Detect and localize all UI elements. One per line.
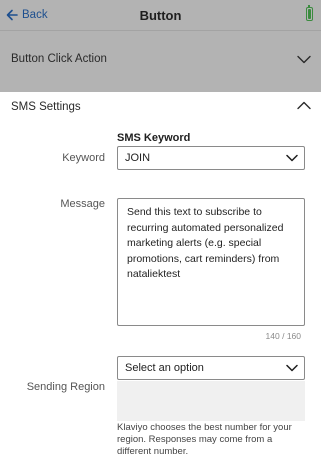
battery-icon — [306, 5, 313, 21]
keyword-select[interactable]: JOIN — [117, 146, 305, 170]
sending-region-help-text: Klaviyo chooses the best number for your… — [117, 422, 292, 457]
message-label: Message — [60, 198, 105, 210]
region-info-area — [117, 381, 305, 421]
chevron-down-icon — [286, 364, 298, 372]
section-label-sms-settings: SMS Settings — [11, 101, 81, 113]
chevron-up-icon — [297, 101, 311, 110]
sending-region-select-value: Select an option — [125, 362, 204, 374]
chevron-down-icon — [286, 154, 298, 162]
sending-region-label: Sending Region — [26, 381, 105, 393]
sms-keyword-heading: SMS Keyword — [117, 132, 191, 144]
chevron-down-icon — [297, 55, 311, 64]
section-label-button-click-action: Button Click Action — [11, 53, 107, 65]
message-textarea[interactable]: Send this text to subscribe to recurring… — [117, 198, 305, 326]
keyword-label: Keyword — [62, 152, 105, 164]
page-title: Button — [139, 8, 182, 23]
section-button-click-action[interactable]: Button Click Action — [0, 30, 321, 92]
sending-region-select[interactable]: Select an option — [117, 356, 305, 380]
top-nav-bar: Back Button — [0, 0, 321, 30]
keyword-select-value: JOIN — [125, 152, 151, 164]
message-char-count: 140 / 160 — [265, 331, 301, 341]
section-sms-settings[interactable]: SMS Settings — [0, 92, 321, 122]
